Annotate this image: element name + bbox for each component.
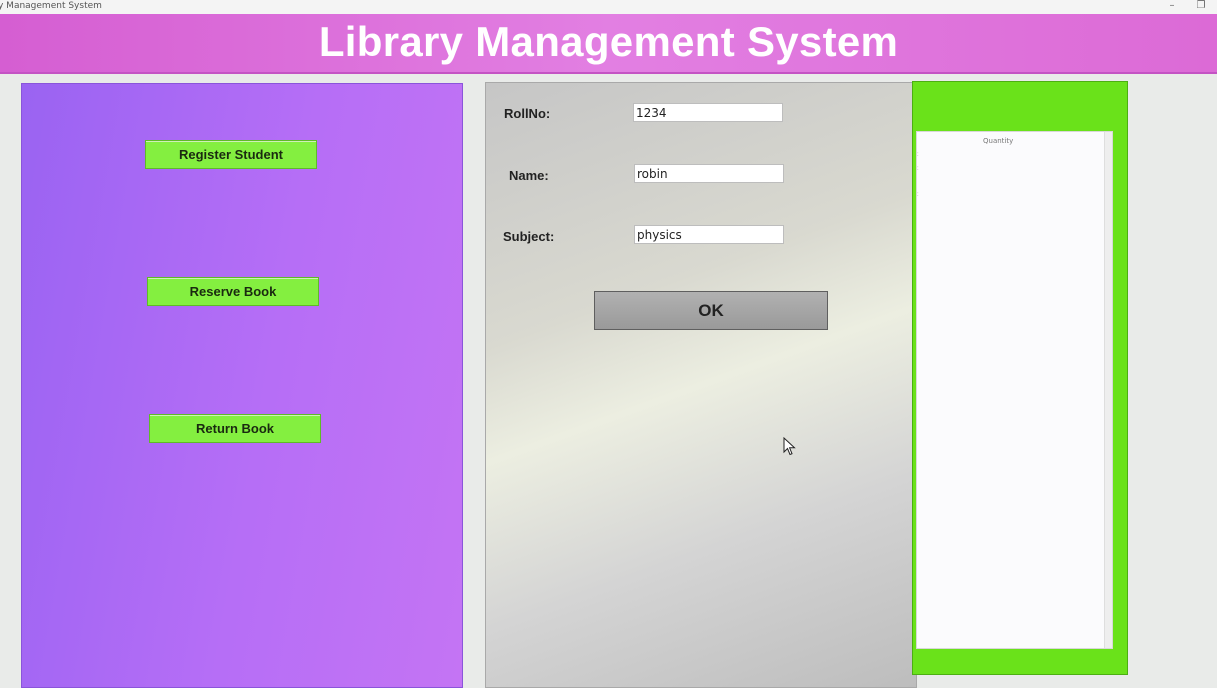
rollno-label: RollNo: — [504, 106, 551, 121]
minimize-icon[interactable]: – — [1163, 0, 1181, 14]
return-book-button[interactable]: Return Book — [149, 414, 321, 443]
book-table[interactable]: Quantity : : : — [916, 131, 1113, 649]
row-marker: : — [917, 166, 919, 172]
table-vertical-scrollbar[interactable] — [1104, 132, 1112, 648]
book-list-panel: Quantity : : : — [912, 81, 1128, 675]
name-label: Name: — [509, 168, 549, 183]
menu-panel: Register Student Reserve Book Return Boo… — [21, 83, 463, 688]
subject-input[interactable] — [634, 225, 784, 244]
name-input[interactable] — [634, 164, 784, 183]
window-title: y Management System — [0, 1, 102, 11]
register-student-button[interactable]: Register Student — [145, 140, 317, 169]
mouse-cursor-icon — [783, 437, 796, 456]
subject-label: Subject: — [503, 229, 555, 244]
window-titlebar: y Management System – ❐ — [0, 0, 1217, 15]
app-title: Library Management System — [318, 18, 899, 65]
reserve-book-button[interactable]: Reserve Book — [147, 277, 319, 306]
row-marker: : — [917, 152, 919, 158]
quantity-column-header: Quantity — [983, 137, 1014, 145]
ok-button[interactable]: OK — [594, 291, 828, 330]
rollno-input[interactable] — [633, 103, 783, 122]
restore-icon[interactable]: ❐ — [1192, 0, 1210, 14]
student-form-panel: RollNo: Name: Subject: OK — [485, 82, 917, 688]
app-header: Library Management System — [0, 14, 1217, 74]
row-marker: : — [917, 192, 919, 198]
